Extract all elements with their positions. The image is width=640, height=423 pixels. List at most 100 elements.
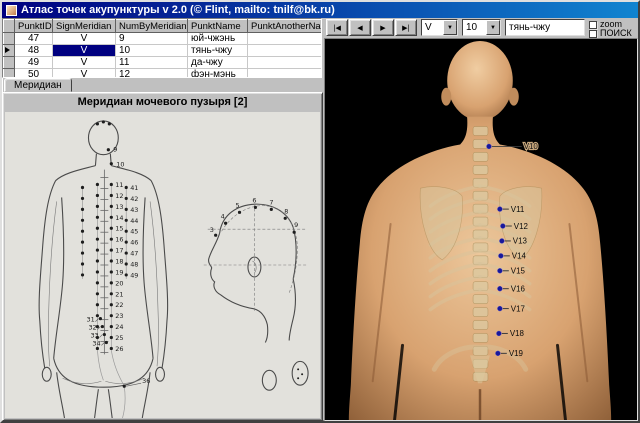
drawing-point-label: 31 <box>86 316 94 324</box>
indicator-column-header <box>4 20 15 33</box>
model3d-point-label: V15 <box>511 267 526 276</box>
table-row-current[interactable]: 48 V 10 тянь-чжу <box>4 45 323 57</box>
point-name-input[interactable] <box>505 19 585 36</box>
drawing-point-label: 12 <box>115 192 123 200</box>
cell-punktid[interactable]: 50 <box>15 69 53 79</box>
cell-numbymeridian[interactable]: 9 <box>116 33 188 45</box>
detail-dot <box>297 368 299 370</box>
punkt-grid[interactable]: PunktID SignMeridian NumByMeridian Punkt… <box>2 18 322 78</box>
app-icon <box>6 5 17 16</box>
drawing-point-label: 5 <box>236 201 240 209</box>
cell-punktanothername[interactable] <box>248 57 323 69</box>
titlebar[interactable]: Атлас точек акупунктуры v 2.0 (© Flint, … <box>2 2 638 18</box>
table-row[interactable]: 50 V 12 фэн-мэнь <box>4 69 323 79</box>
right-panel: |◀ ◀ ▶ ▶| V ▼ 10 ▼ zoom ПОИСК <box>324 18 638 421</box>
tab-meridian[interactable]: Меридиан <box>4 78 72 92</box>
column-header-punktanothername[interactable]: PunktAnotherName <box>248 20 323 33</box>
cell-punktname[interactable]: да-чжу <box>188 57 248 69</box>
tab-strip: Меридиан <box>2 78 72 92</box>
column-header-signmeridian[interactable]: SignMeridian <box>53 20 116 33</box>
punkt-table: PunktID SignMeridian NumByMeridian Punkt… <box>3 19 322 78</box>
model-ear-right <box>509 88 519 106</box>
drawing-point-label: 19 <box>115 268 123 276</box>
detail-dot <box>301 373 303 375</box>
cell-punktid[interactable]: 48 <box>15 45 53 57</box>
model-ear-left <box>441 88 451 106</box>
drawing-point-label: 48 <box>130 260 138 268</box>
column-header-numbymeridian[interactable]: NumByMeridian <box>116 20 188 33</box>
nav-prev-button[interactable]: ◀ <box>349 19 371 36</box>
column-header-punktid[interactable]: PunktID <box>15 20 53 33</box>
cell-punktanothername[interactable] <box>248 45 323 57</box>
cell-punktname[interactable]: тянь-чжу <box>188 45 248 57</box>
drawing-point-label: 25 <box>115 334 123 342</box>
drawing-point-label: 49 <box>130 271 138 279</box>
chevron-down-icon[interactable]: ▼ <box>486 20 500 35</box>
drawing-point-label: 13 <box>115 203 123 211</box>
meridian-drawing-svg: 1112131415161718192021222324252641424344… <box>5 112 320 418</box>
search-checkbox[interactable] <box>589 30 597 38</box>
cell-punktanothername[interactable] <box>248 33 323 45</box>
table-row[interactable]: 49 V 11 да-чжу <box>4 57 323 69</box>
point-number-select[interactable]: 10 ▼ <box>462 19 501 36</box>
drawing-point-label: 21 <box>115 290 123 298</box>
column-header-punktname[interactable]: PunktName <box>188 20 248 33</box>
nav-last-button[interactable]: ▶| <box>395 19 417 36</box>
nav-next-button[interactable]: ▶ <box>372 19 394 36</box>
drawing-point-label: 9 <box>294 221 298 229</box>
drawing-point-label: 7 <box>269 198 273 206</box>
model3d-point-label: V18 <box>510 329 525 338</box>
drawing-point-label: 46 <box>130 239 138 247</box>
drawing-point-label: 3 <box>210 226 214 234</box>
drawing-point-label: 44 <box>130 217 138 225</box>
figure-head-profile <box>204 203 308 390</box>
cell-punktname[interactable]: юй-чжэнь <box>188 33 248 45</box>
drawing-point-label: 6 <box>252 196 256 204</box>
cell-signmeridian[interactable]: V <box>53 57 116 69</box>
zoom-checkbox[interactable] <box>589 21 597 29</box>
cell-signmeridian[interactable]: V <box>53 69 116 79</box>
drawing-point-label: 17 <box>115 247 123 255</box>
drawing-point-label: 11 <box>115 181 123 189</box>
drawing-point-label: 15 <box>115 225 123 233</box>
current-row-arrow-icon <box>5 47 10 53</box>
drawing-point-label: 22 <box>115 301 123 309</box>
drawing-point-label: 32 <box>88 324 96 332</box>
model3d-view[interactable]: V10V11V12V13V14V15V16V17V18V19 <box>324 38 638 421</box>
cell-punktanothername[interactable] <box>248 69 323 79</box>
search-checkbox-row[interactable]: ПОИСК <box>589 29 632 38</box>
cell-numbymeridian[interactable]: 12 <box>116 69 188 79</box>
drawing-point-label: 24 <box>115 323 123 331</box>
nav-first-button[interactable]: |◀ <box>326 19 348 36</box>
table-row[interactable]: 47 V 9 юй-чжэнь <box>4 33 323 45</box>
model-head <box>447 41 513 121</box>
drawing-point-label: 23 <box>115 312 123 320</box>
model3d-svg: V10V11V12V13V14V15V16V17V18V19 <box>325 39 637 420</box>
model3d-point-label: V12 <box>514 222 529 231</box>
point-number-select-value: 10 <box>463 20 486 35</box>
cell-punktid[interactable]: 47 <box>15 33 53 45</box>
drawing-point-label: 41 <box>130 184 138 192</box>
meridian-select-value: V <box>422 20 443 35</box>
cell-signmeridian[interactable]: V <box>53 33 116 45</box>
drawing-point-label: 4 <box>221 212 225 220</box>
meridian-page-title: Меридиан мочевого пузыря [2] <box>3 93 322 110</box>
cell-signmeridian-selected[interactable]: V <box>53 45 116 57</box>
chevron-down-icon[interactable]: ▼ <box>443 20 457 35</box>
app-window: Атлас точек акупунктуры v 2.0 (© Flint, … <box>0 0 640 423</box>
meridian-select[interactable]: V ▼ <box>421 19 458 36</box>
drawing-point-label: 47 <box>130 250 138 258</box>
cell-punktid[interactable]: 49 <box>15 57 53 69</box>
cell-numbymeridian[interactable]: 10 <box>116 45 188 57</box>
drawing-point-label: 16 <box>115 236 123 244</box>
model3d-point-label: V19 <box>509 349 524 358</box>
meridian-drawing: 1112131415161718192021222324252641424344… <box>5 112 320 418</box>
current-row-indicator <box>4 45 15 57</box>
cell-numbymeridian[interactable]: 11 <box>116 57 188 69</box>
drawing-point-label: 34 <box>92 339 100 347</box>
drawing-points: 1112131415161718192021222324252641424344… <box>81 120 298 387</box>
drawing-point-label: 36 <box>142 377 150 385</box>
drawing-point-label: 9 <box>113 146 117 154</box>
drawing-point-label: 43 <box>130 206 138 214</box>
cell-punktname[interactable]: фэн-мэнь <box>188 69 248 79</box>
